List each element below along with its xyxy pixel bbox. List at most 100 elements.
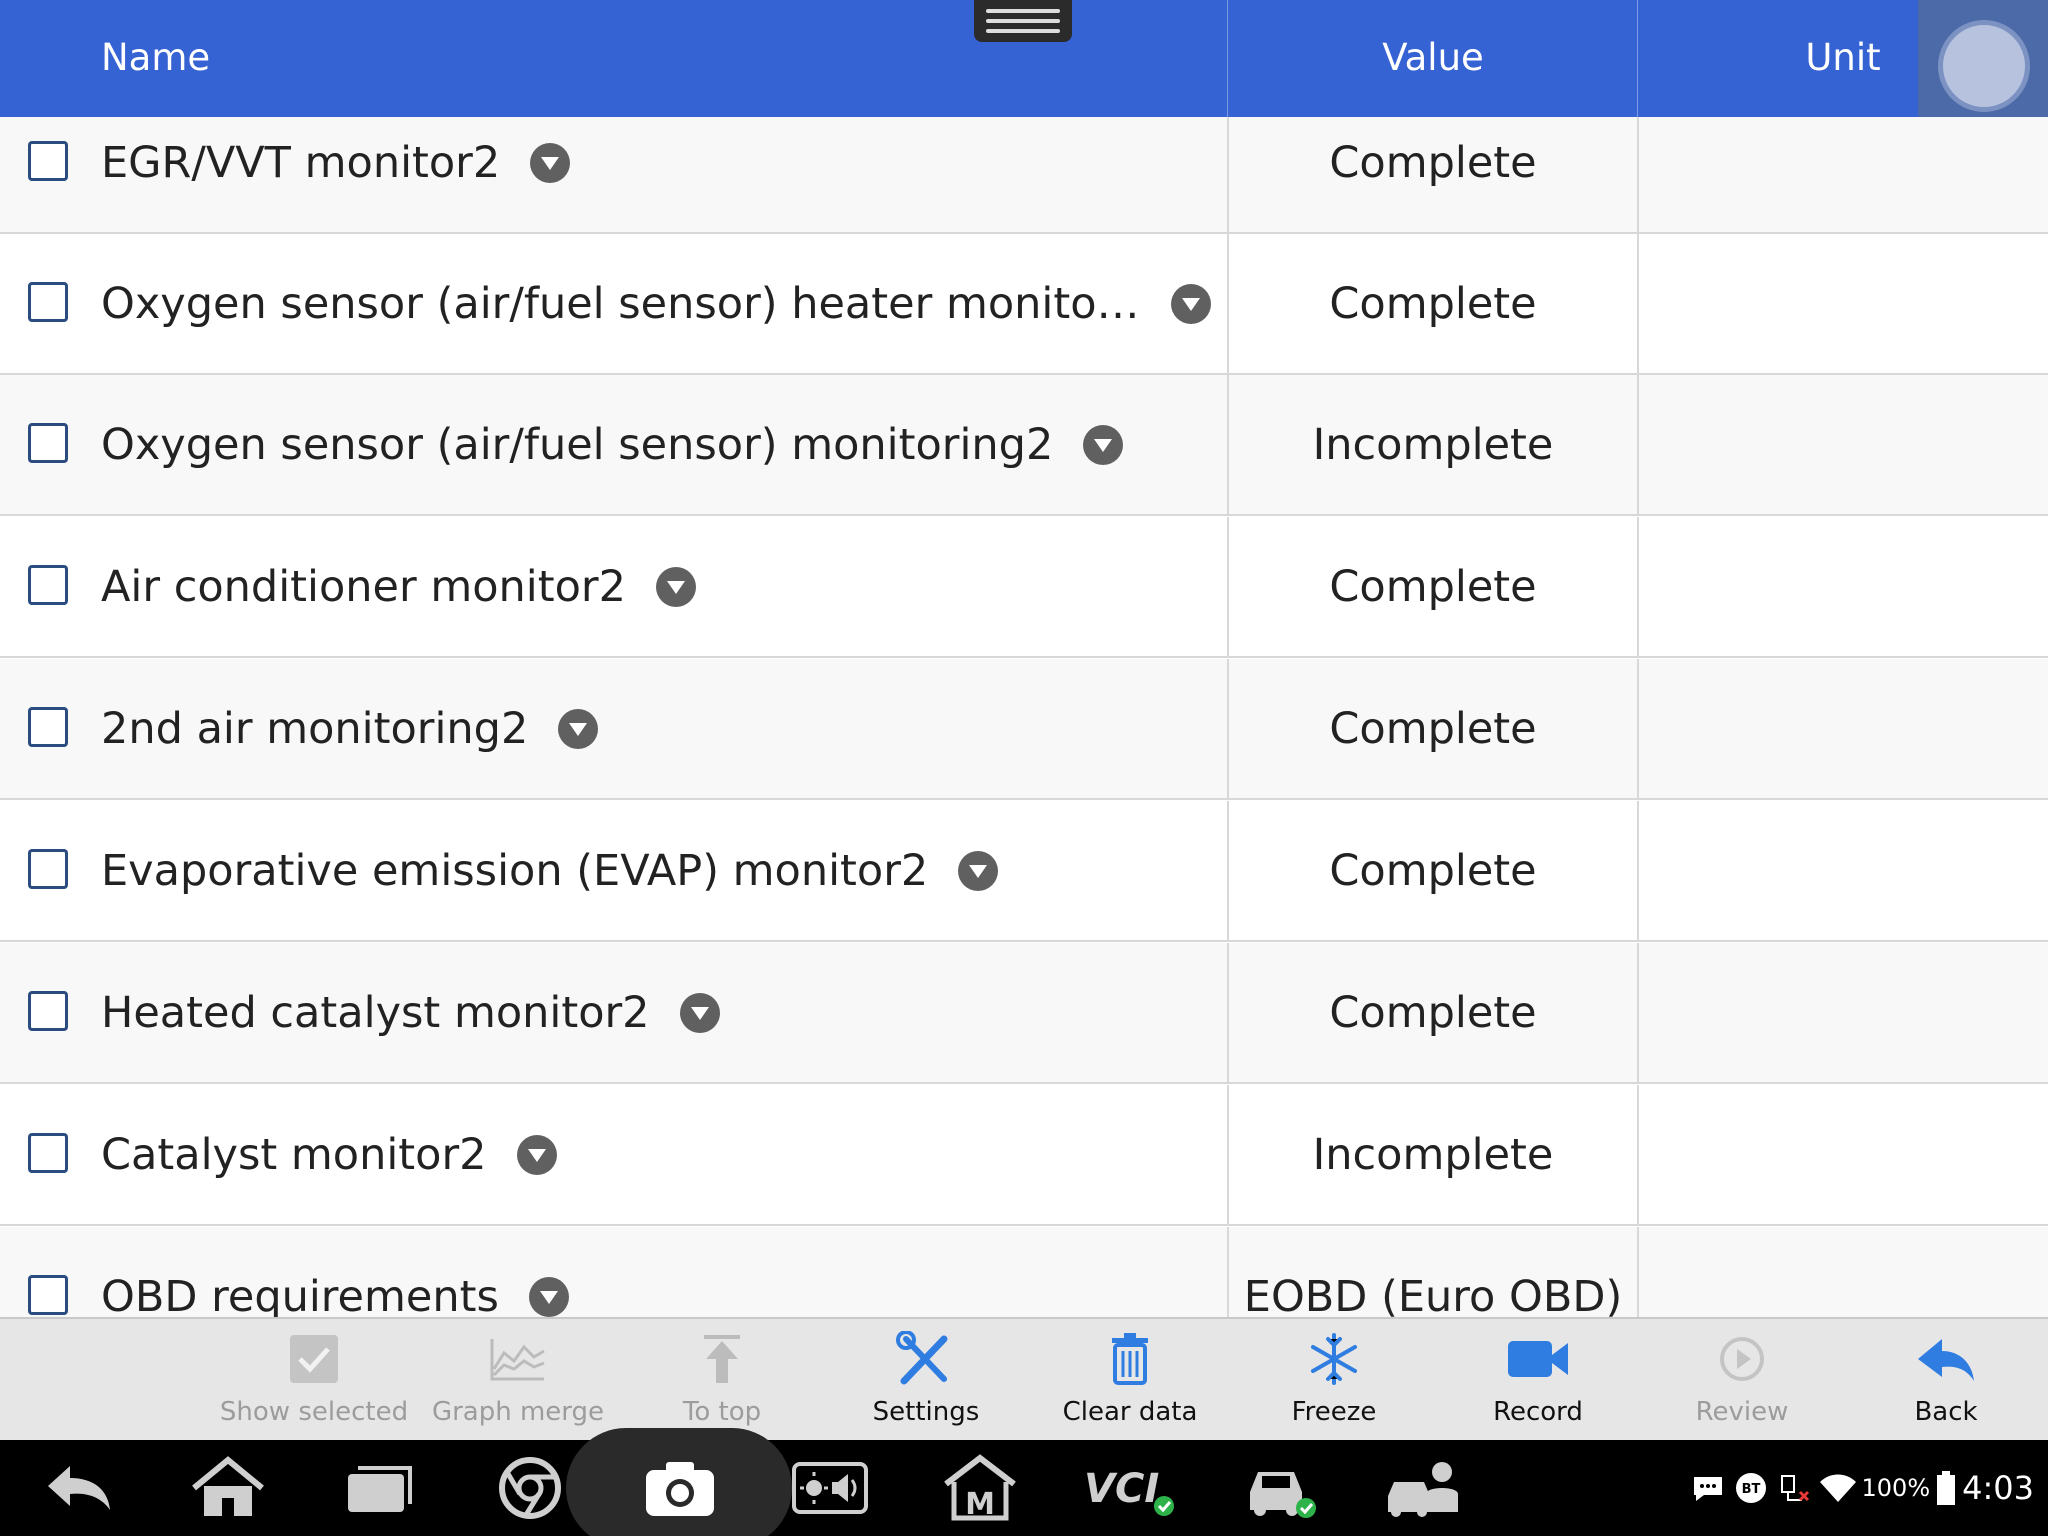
row-value: Incomplete: [1312, 419, 1554, 470]
floating-assist-button[interactable]: [1918, 0, 2048, 130]
car-icon: [1250, 1472, 1316, 1518]
vci-icon: VCI: [1084, 1466, 1174, 1516]
freeze-button[interactable]: Freeze: [1232, 1319, 1436, 1440]
table-row[interactable]: Heated catalyst monitor2 Complete: [0, 943, 2048, 1084]
nav-recent-apps-button[interactable]: [340, 1452, 420, 1524]
dropdown-arrow-icon[interactable]: [528, 1276, 569, 1317]
table-row[interactable]: Evaporative emission (EVAP) monitor2 Com…: [0, 801, 2048, 942]
table-row[interactable]: Catalyst monitor2 Incomplete: [0, 1085, 2048, 1226]
nav-vehicle-status-button[interactable]: [1240, 1452, 1320, 1524]
wifi-icon: [1819, 1474, 1856, 1502]
dropdown-arrow-icon[interactable]: [558, 708, 599, 749]
back-button[interactable]: Back: [1844, 1319, 2048, 1440]
row-value: Complete: [1329, 703, 1537, 754]
bluetooth-icon: BT: [1735, 1473, 1766, 1503]
row-name: Oxygen sensor (air/fuel sensor) monitori…: [101, 419, 1124, 470]
row-name: OBD requirements: [101, 1272, 569, 1317]
row-name-text: Oxygen sensor (air/fuel sensor) heater m…: [101, 278, 1141, 329]
snowflake-icon: [1311, 1333, 1357, 1385]
row-name: Catalyst monitor2: [101, 1130, 557, 1180]
table-row[interactable]: 2nd air monitoring2 Complete: [0, 659, 2048, 800]
back-icon: [48, 1466, 110, 1510]
row-name-text: Heated catalyst monitor2: [101, 987, 650, 1038]
row-checkbox[interactable]: [28, 140, 68, 181]
nav-screenshot-button[interactable]: [640, 1452, 720, 1524]
dropdown-arrow-icon[interactable]: [1083, 424, 1124, 465]
table-row[interactable]: OBD requirements EOBD (Euro OBD): [0, 1227, 2048, 1317]
svg-text:VCI: VCI: [1084, 1466, 1159, 1512]
row-name: Air conditioner monitor2: [101, 562, 696, 612]
arrow-up-icon: [704, 1335, 740, 1383]
nav-maxifix-button[interactable]: M: [940, 1452, 1020, 1524]
row-checkbox[interactable]: [28, 422, 68, 463]
nav-brightness-volume-button[interactable]: [790, 1452, 870, 1524]
dropdown-arrow-icon[interactable]: [1171, 283, 1211, 324]
dropdown-arrow-icon[interactable]: [655, 566, 696, 607]
row-value: Complete: [1329, 561, 1537, 612]
svg-text:M: M: [965, 1487, 995, 1522]
row-name: 2nd air monitoring2: [101, 703, 599, 754]
header-name: Name: [101, 36, 211, 79]
row-name: EGR/VVT monitor2: [101, 138, 571, 188]
row-name-text: 2nd air monitoring2: [101, 703, 529, 754]
network-disconnected-icon: [1780, 1475, 1809, 1502]
row-checkbox[interactable]: [28, 564, 68, 605]
function-toolbar: Show selected Graph merge To top Setting…: [0, 1317, 2048, 1440]
row-name-text: Air conditioner monitor2: [101, 561, 626, 612]
data-list[interactable]: EGR/VVT monitor2 Complete Oxygen sensor …: [0, 117, 2048, 1317]
trash-icon: [1112, 1333, 1148, 1385]
message-icon: [1693, 1477, 1722, 1501]
row-checkbox[interactable]: [28, 281, 68, 322]
table-row[interactable]: EGR/VVT monitor2 Complete: [0, 117, 2048, 234]
video-camera-icon: [1508, 1341, 1568, 1377]
row-name-text: Oxygen sensor (air/fuel sensor) monitori…: [101, 419, 1054, 470]
row-checkbox[interactable]: [28, 990, 68, 1031]
settings-button[interactable]: Settings: [824, 1319, 1028, 1440]
show-selected-button[interactable]: Show selected: [212, 1319, 416, 1440]
battery-percentage: 100%: [1861, 1474, 1931, 1502]
back-arrow-icon: [1918, 1339, 1974, 1381]
dropdown-arrow-icon[interactable]: [530, 142, 571, 183]
car-technician-icon: [1388, 1462, 1458, 1517]
row-name-text: Catalyst monitor2: [101, 1129, 487, 1180]
clear-data-button[interactable]: Clear data: [1028, 1319, 1232, 1440]
dropdown-arrow-icon[interactable]: [679, 992, 720, 1033]
screen: Name Value Unit EGR/VVT monitor2 Complet…: [0, 0, 2048, 1536]
review-button[interactable]: Review: [1640, 1319, 1844, 1440]
checkbox-icon: [290, 1335, 338, 1383]
table-row[interactable]: Air conditioner monitor2 Complete: [0, 517, 2048, 658]
tools-icon: [896, 1331, 948, 1385]
camera-icon: [646, 1462, 714, 1516]
brightness-volume-icon: [792, 1462, 868, 1514]
circle-icon: [1938, 20, 2030, 112]
row-value: Complete: [1329, 845, 1537, 896]
nav-back-button[interactable]: [40, 1452, 120, 1524]
graph-merge-button[interactable]: Graph merge: [416, 1319, 620, 1440]
record-button[interactable]: Record: [1436, 1319, 1640, 1440]
row-checkbox[interactable]: [28, 1274, 68, 1315]
dropdown-arrow-icon[interactable]: [958, 850, 999, 891]
row-checkbox[interactable]: [28, 1132, 68, 1173]
table-row[interactable]: Oxygen sensor (air/fuel sensor) monitori…: [0, 375, 2048, 516]
maxifix-home-icon: M: [944, 1454, 1016, 1522]
table-row[interactable]: Oxygen sensor (air/fuel sensor) heater m…: [0, 234, 2048, 375]
to-top-button[interactable]: To top: [620, 1319, 824, 1440]
nav-vci-button[interactable]: VCI: [1080, 1452, 1180, 1524]
clock: 4:03: [1962, 1469, 2034, 1507]
row-checkbox[interactable]: [28, 706, 68, 747]
play-icon: [1720, 1337, 1764, 1381]
row-value: Incomplete: [1312, 1129, 1554, 1180]
nav-technician-button[interactable]: [1384, 1452, 1464, 1524]
header-value: Value: [1382, 36, 1484, 79]
svg-text:BT: BT: [1741, 1482, 1760, 1497]
nav-chrome-button[interactable]: [490, 1452, 570, 1524]
row-name-text: Evaporative emission (EVAP) monitor2: [101, 845, 929, 896]
home-icon: [192, 1456, 264, 1516]
row-name: Evaporative emission (EVAP) monitor2: [101, 845, 999, 896]
drag-handle[interactable]: [974, 0, 1072, 42]
dropdown-arrow-icon[interactable]: [516, 1134, 557, 1175]
row-checkbox[interactable]: [28, 848, 68, 889]
row-value: Complete: [1329, 137, 1537, 188]
nav-home-button[interactable]: [188, 1452, 268, 1524]
row-name: Oxygen sensor (air/fuel sensor) heater m…: [101, 279, 1211, 329]
